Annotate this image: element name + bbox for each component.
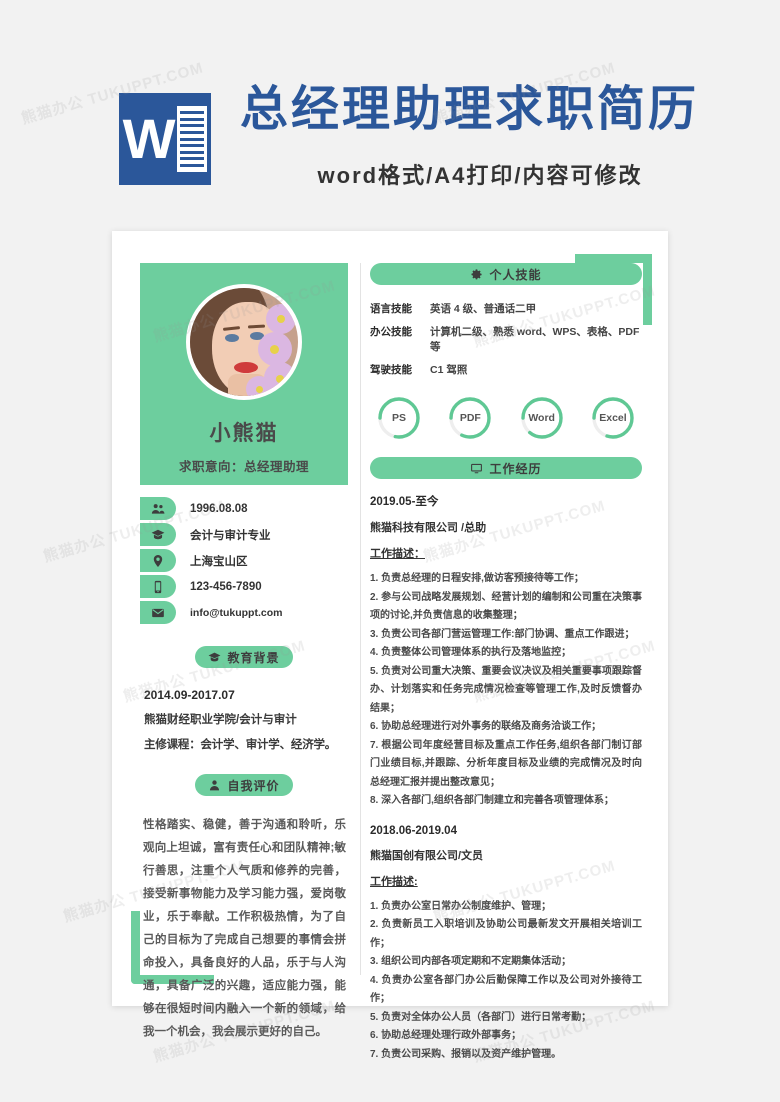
- experience-item: 1. 负责办公室日常办公制度维护、管理；: [370, 900, 552, 912]
- education-school: 熊猫财经职业学院/会计与审计: [144, 714, 297, 726]
- resume-sheet: 小熊猫 求职意向：总经理助理 1996.08.08 会计与审计专业 上海宝山区 …: [112, 231, 668, 1060]
- resume-right-column: 个人技能 语言技能 英语 4 级、普通话二甲 办公技能 计算机二级、熟悉 wor…: [370, 263, 642, 1064]
- banner-title: 总经理助理求职简历: [240, 83, 700, 136]
- graduation-cap-icon: [140, 523, 176, 546]
- skills-table: 语言技能 英语 4 级、普通话二甲 办公技能 计算机二级、熟悉 word、WPS…: [370, 301, 642, 377]
- section-heading-experience: 工作经历: [370, 457, 642, 479]
- column-divider: [360, 263, 361, 975]
- gear-icon: [471, 268, 483, 279]
- experience-item-list: 1. 负责办公室日常办公制度维护、管理； 2. 负责新员工入职培训及协助公司最新…: [370, 898, 642, 1065]
- experience-item: 6. 协助总经理进行对外事务的联络及商务洽谈工作；: [370, 721, 602, 732]
- contact-value: 上海宝山区: [190, 555, 248, 568]
- skill-rings: PS PDF Word Excel: [370, 395, 642, 441]
- envelope-icon: [140, 601, 176, 624]
- contact-list: 1996.08.08 会计与审计专业 上海宝山区 123-456-7890 in…: [140, 497, 348, 624]
- experience-item: 7. 根据公司年度经营目标及重点工作任务,组织各部门制订部门业绩目标,并跟踪、分…: [370, 739, 642, 788]
- experience-org: 熊猫科技有限公司 /总助: [370, 522, 487, 534]
- skill-ring-word: Word: [519, 395, 565, 441]
- experience-item: 4. 负责整体公司管理体系的执行及落地监控；: [370, 647, 572, 658]
- experience-item: 6. 协助总经理处理行政外部事务；: [370, 1030, 522, 1041]
- education-date: 2014.09-2017.07: [144, 688, 235, 702]
- graduation-cap-icon: [209, 652, 221, 661]
- location-pin-icon: [140, 549, 176, 572]
- experience-item: 5. 负责对全体办公人员（各部门）进行日常考勤；: [370, 1011, 592, 1023]
- skill-ring-label: Word: [528, 412, 555, 424]
- experience-item: 2. 参与公司战略发展规划、经营计划的编制和公司重在决策事项的讨论,并负责信息的…: [370, 591, 642, 622]
- section-heading-education: 教育背景: [195, 646, 293, 668]
- experience-section: 工作经历 2019.05-至今 熊猫科技有限公司 /总助 工作描述： 1. 负责…: [370, 457, 642, 1064]
- experience-item: 7. 负责公司采购、报销以及资产维护管理。: [370, 1048, 562, 1060]
- experience-item-list: 1. 负责总经理的日程安排,做访客预接待等工作； 2. 参与公司战略发展规划、经…: [370, 570, 642, 811]
- skill-ring-label: PDF: [459, 412, 481, 424]
- document-lines-icon: [177, 106, 208, 172]
- experience-org: 熊猫国创有限公司/文员: [370, 849, 484, 862]
- experience-job: 2018.06-2019.04 熊猫国创有限公司/文员 工作描述: 1. 负责办…: [370, 825, 642, 1065]
- contact-row-phone: 123-456-7890: [140, 575, 348, 598]
- experience-desc-label: 工作描述:: [370, 875, 418, 888]
- contact-value: 123-456-7890: [190, 580, 262, 593]
- experience-item: 2. 负责新员工入职培训及协助公司最新发文开展相关培训工作；: [370, 919, 642, 949]
- person-icon: [210, 779, 220, 790]
- experience-item: 8. 深入各部门,组织各部门制建立和完善各项管理体系；: [370, 795, 614, 806]
- phone-icon: [140, 575, 176, 598]
- profile-name: 小熊猫: [209, 422, 279, 445]
- skill-row: 语言技能 英语 4 级、普通话二甲: [370, 301, 642, 316]
- avatar: [186, 284, 302, 400]
- experience-desc-label: 工作描述：: [370, 548, 425, 560]
- section-heading-label: 自我评价: [227, 778, 280, 793]
- experience-date: 2019.05-至今: [370, 496, 439, 508]
- profile-objective: 求职意向：总经理助理: [178, 460, 309, 474]
- word-logo-letter: W: [122, 107, 176, 170]
- experience-item: 5. 负责对公司重大决策、重要会议决议及相关重要事项跟踪督办、计划落实和任务完成…: [370, 665, 642, 714]
- promo-banner: W 总经理助理求职简历 word格式/A4打印/内容可修改: [0, 0, 780, 215]
- skill-value: 计算机二级、熟悉 word、WPS、表格、PDF 等: [430, 326, 640, 353]
- skill-ring-ps: PS: [376, 395, 422, 441]
- skill-row: 办公技能 计算机二级、熟悉 word、WPS、表格、PDF 等: [370, 324, 642, 354]
- skill-ring-label: Excel: [599, 412, 627, 424]
- resume-left-column: 小熊猫 求职意向：总经理助理 1996.08.08 会计与审计专业 上海宝山区 …: [140, 263, 348, 1044]
- skill-value: C1 驾照: [430, 364, 468, 376]
- education-block: 2014.09-2017.07 熊猫财经职业学院/会计与审计 主修课程：会计学、…: [140, 688, 348, 752]
- section-heading-label: 工作经历: [489, 461, 542, 476]
- experience-job: 2019.05-至今 熊猫科技有限公司 /总助 工作描述： 1. 负责总经理的日…: [370, 493, 642, 811]
- contact-row-email: info@tukuppt.com: [140, 601, 348, 624]
- skill-key: 驾驶技能: [370, 364, 412, 376]
- experience-item: 3. 组织公司内部各项定期和不定期集体活动；: [370, 956, 572, 967]
- banner-subtitle: word格式/A4打印/内容可修改: [317, 163, 643, 188]
- section-heading-skills: 个人技能: [370, 263, 642, 285]
- skill-ring-label: PS: [391, 412, 406, 424]
- skill-ring-excel: Excel: [590, 395, 636, 441]
- contact-row-major: 会计与审计专业: [140, 523, 348, 546]
- people-icon: [140, 497, 176, 520]
- skill-key: 语言技能: [370, 303, 412, 315]
- screenshot-root: W 总经理助理求职简历 word格式/A4打印/内容可修改 小熊猫 求职意向：总…: [0, 0, 780, 1102]
- experience-item: 4. 负责办公室各部门办公后勤保障工作以及公司对外接待工作；: [370, 974, 642, 1005]
- contact-row-location: 上海宝山区: [140, 549, 348, 572]
- profile-card: 小熊猫 求职意向：总经理助理: [140, 263, 348, 485]
- contact-value: info@tukuppt.com: [190, 606, 283, 619]
- skill-key: 办公技能: [370, 326, 412, 338]
- section-heading-label: 个人技能: [489, 267, 542, 282]
- contact-value: 1996.08.08: [190, 502, 248, 515]
- experience-item: 1. 负责总经理的日程安排,做访客预接待等工作；: [370, 573, 584, 584]
- skill-row: 驾驶技能 C1 驾照: [370, 362, 642, 377]
- experience-date: 2018.06-2019.04: [370, 824, 457, 837]
- section-heading-self-evaluation: 自我评价: [195, 774, 293, 796]
- monitor-icon: [471, 463, 483, 473]
- experience-item: 3. 负责公司各部门营运管理工作:部门协调、重点工作跟进；: [370, 628, 635, 640]
- contact-row-birthday: 1996.08.08: [140, 497, 348, 520]
- education-courses: 主修课程：会计学、审计学、经济学。: [144, 739, 337, 751]
- skill-ring-pdf: PDF: [447, 395, 493, 441]
- skill-value: 英语 4 级、普通话二甲: [430, 303, 537, 315]
- section-heading-label: 教育背景: [227, 650, 280, 665]
- contact-value: 会计与审计专业: [190, 529, 271, 542]
- self-evaluation-text: 性格踏实、稳健，善于沟通和聆听，乐观向上坦诚，富有责任心和团队精神;敏行善思，注…: [143, 819, 346, 1038]
- word-logo-icon: W: [119, 93, 211, 185]
